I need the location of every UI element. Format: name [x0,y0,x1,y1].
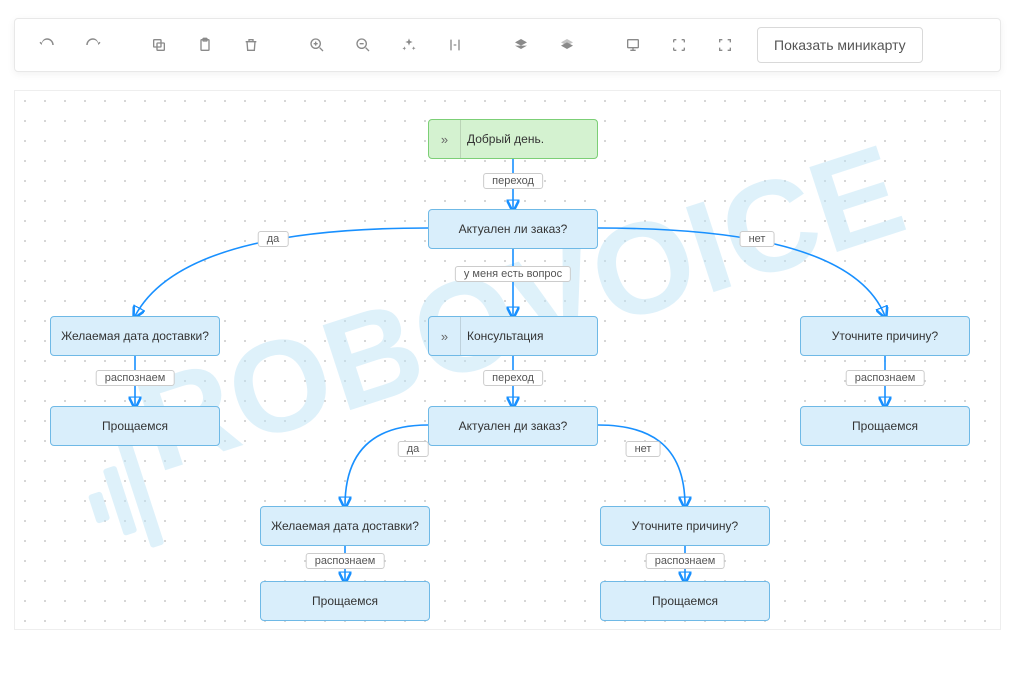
layers-alt-button[interactable] [547,25,587,65]
node-label: Прощаемся [102,419,168,433]
fit-width-button[interactable] [659,25,699,65]
edge-label-recognize-1: распознаем [96,370,175,386]
node-q-reason-center[interactable]: Уточните причину? [600,506,770,546]
node-label: Прощаемся [852,419,918,433]
node-bye-center-right[interactable]: Прощаемся [600,581,770,621]
delete-button[interactable] [231,25,271,65]
edge-label-no-1: нет [740,231,775,247]
node-bye-left[interactable]: Прощаемся [50,406,220,446]
layers-button[interactable] [501,25,541,65]
node-q-date-left[interactable]: Желаемая дата доставки? [50,316,220,356]
node-label: Добрый день. [467,132,544,146]
node-label: Прощаемся [312,594,378,608]
chevron-double-icon: » [429,317,461,355]
node-bye-center-left[interactable]: Прощаемся [260,581,430,621]
edge-label-yes-2: да [398,441,429,457]
edge-label-transition-2: переход [483,370,543,386]
chevron-double-icon: » [429,120,461,158]
node-label: Актуален ди заказ? [459,419,568,433]
edge-label-yes-1: да [258,231,289,247]
export-button[interactable] [613,25,653,65]
node-q-reason-right[interactable]: Уточните причину? [800,316,970,356]
spacing-button[interactable] [435,25,475,65]
copy-button[interactable] [139,25,179,65]
edges-layer [15,91,1000,629]
node-start[interactable]: » Добрый день. [428,119,598,159]
toolbar: Показать миникарту [14,18,1001,72]
node-q-actual2[interactable]: Актуален ди заказ? [428,406,598,446]
edge-label-transition-1: переход [483,173,543,189]
edge-label-have-q: у меня есть вопрос [455,266,571,282]
node-label: Желаемая дата доставки? [61,329,209,343]
watermark: ROBOVOICE [15,91,1000,630]
edge-label-recognize-4: распознаем [646,553,725,569]
show-minimap-button[interactable]: Показать миникарту [757,27,923,63]
node-q-actual[interactable]: Актуален ли заказ? [428,209,598,249]
paste-button[interactable] [185,25,225,65]
edge-label-no-2: нет [626,441,661,457]
node-bye-right[interactable]: Прощаемся [800,406,970,446]
node-label: Консультация [467,329,543,343]
minimap-label: Показать миникарту [774,37,906,53]
node-label: Актуален ли заказ? [459,222,568,236]
node-label: Прощаемся [652,594,718,608]
node-label: Уточните причину? [632,519,738,533]
node-q-date-center[interactable]: Желаемая дата доставки? [260,506,430,546]
fit-screen-button[interactable] [705,25,745,65]
zoom-in-button[interactable] [297,25,337,65]
node-label: Уточните причину? [832,329,938,343]
redo-button[interactable] [73,25,113,65]
node-label: Желаемая дата доставки? [271,519,419,533]
auto-layout-button[interactable] [389,25,429,65]
edge-label-recognize-3: распознаем [306,553,385,569]
edge-label-recognize-2: распознаем [846,370,925,386]
zoom-out-button[interactable] [343,25,383,65]
node-consult[interactable]: » Консультация [428,316,598,356]
undo-button[interactable] [27,25,67,65]
flowchart-canvas[interactable]: ROBOVOICE [14,90,1001,630]
